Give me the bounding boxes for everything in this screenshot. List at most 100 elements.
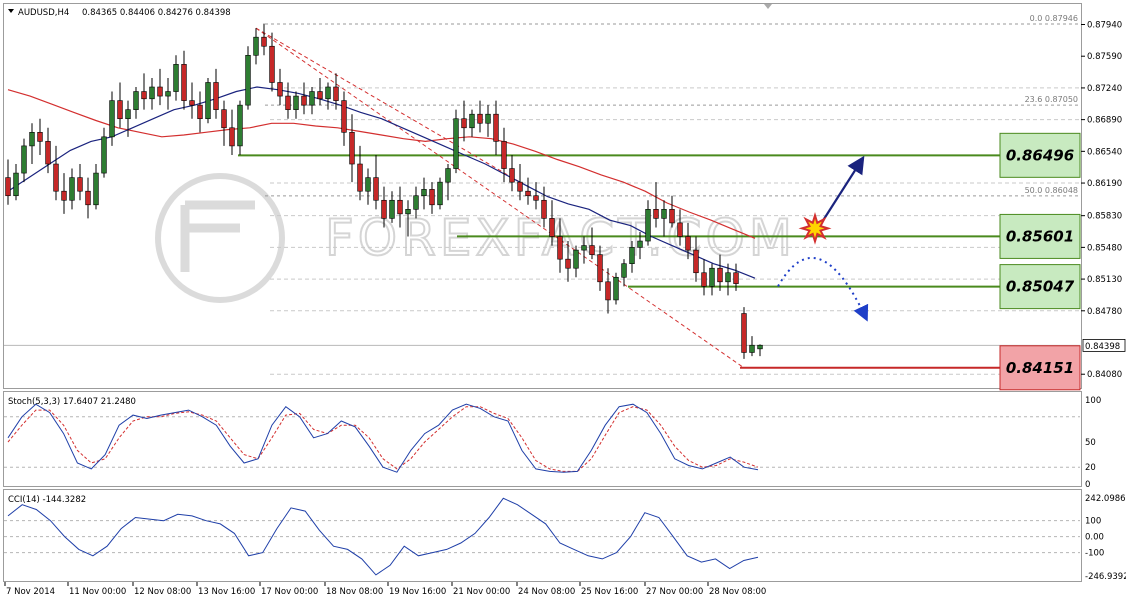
time-tick-label: 13 Nov 16:00 [198, 587, 255, 597]
candle-body [93, 172, 99, 206]
candle-body [533, 195, 539, 201]
candle-body [645, 209, 651, 242]
candle-body [581, 245, 587, 251]
cci-tick-label: 242.0986 [1085, 494, 1126, 504]
candle-body [13, 172, 19, 197]
key-level-value: 0.86496 [1006, 146, 1074, 164]
candle-body [237, 104, 243, 147]
candle-body [413, 195, 419, 210]
candle-body [109, 100, 115, 138]
candle-body [141, 91, 147, 100]
time-tick-label: 19 Nov 16:00 [389, 587, 446, 597]
candle-body [597, 254, 603, 283]
candle-body [277, 82, 283, 97]
candle-body [37, 132, 43, 142]
candle-body [309, 91, 315, 106]
candle-body [21, 145, 27, 174]
candle-body [685, 236, 691, 251]
time-tick-label: 11 Nov 00:00 [69, 587, 126, 597]
time-tick-label: 28 Nov 08:00 [709, 587, 766, 597]
candle-body [445, 168, 451, 183]
candle-body [85, 190, 91, 206]
candle-body [741, 313, 747, 353]
stoch-tick-label: 0 [1085, 480, 1090, 490]
candle-body [317, 91, 323, 100]
candle-body [53, 163, 59, 192]
candle-body [293, 95, 299, 110]
chart-svg[interactable]: AUDUSD,H4 0.84365 0.84406 0.84276 0.8439… [0, 0, 1126, 601]
stoch-tick-label: 50 [1085, 438, 1096, 448]
price-tick-label: 0.85480 [1087, 243, 1122, 253]
candle-body [285, 95, 291, 110]
candle-body [133, 91, 139, 110]
candle-body [269, 45, 275, 83]
time-tick-label: 12 Nov 08:00 [134, 587, 191, 597]
price-tick-label: 0.84780 [1087, 307, 1122, 317]
candle-body [333, 86, 339, 101]
candle-body [325, 86, 331, 100]
candle-body [757, 344, 763, 350]
breakout-burst-icon [798, 212, 832, 245]
cci-tick-label: -246.9392 [1085, 572, 1126, 582]
candle-body [509, 168, 515, 183]
price-tick-label: 0.87590 [1087, 52, 1122, 62]
candle-body [29, 132, 35, 147]
candle-body [541, 199, 547, 219]
candle-body [717, 267, 723, 283]
candle-body [5, 177, 11, 197]
candle-body [525, 190, 531, 197]
candle-body [677, 222, 683, 237]
candle-body [189, 100, 195, 106]
candle-body [709, 267, 715, 287]
candle-body [341, 100, 347, 133]
chart-window: AUDUSD,H4 0.84365 0.84406 0.84276 0.8439… [0, 0, 1126, 601]
candle-body [197, 104, 203, 120]
candle-body [637, 240, 643, 248]
time-tick-label: 17 Nov 00:00 [261, 587, 318, 597]
candle-body [77, 177, 83, 192]
stoch-label: Stoch(5,3,3) 17.6407 21.2480 [8, 397, 136, 407]
fib-level-label: 50.0 0.86048 [1025, 186, 1078, 195]
candle-body [61, 190, 67, 201]
candle-body [565, 258, 571, 269]
candle-body [421, 189, 427, 197]
cci-tick-label: -100 [1085, 549, 1104, 559]
cci-tick-label: 100 [1085, 517, 1101, 527]
candle-body [389, 199, 395, 219]
candle-body [373, 177, 379, 201]
candle-body [469, 113, 475, 129]
candle-body [301, 95, 307, 106]
candle-body [693, 249, 699, 274]
time-tick-label: 25 Nov 16:00 [581, 587, 638, 597]
time-tick-label: 24 Nov 08:00 [518, 587, 575, 597]
price-tick-label: 0.85830 [1087, 212, 1122, 222]
candle-body [157, 86, 163, 97]
candle-body [381, 199, 387, 219]
candle-body [461, 118, 467, 129]
price-tick-label: 0.84080 [1087, 370, 1122, 380]
candle-body [149, 86, 155, 100]
candle-body [485, 113, 491, 124]
key-level-value: 0.85601 [1006, 227, 1074, 245]
candle-body [733, 272, 739, 284]
candle-body [165, 91, 171, 97]
candle-body [125, 109, 131, 120]
time-tick-label: 7 Nov 2014 [6, 587, 55, 597]
candle-body [477, 113, 483, 124]
candle-body [349, 132, 355, 165]
candle-body [437, 181, 443, 206]
candle-body [701, 272, 707, 287]
candle-body [613, 276, 619, 301]
candle-body [549, 218, 555, 237]
price-tick-label: 0.86540 [1087, 147, 1122, 157]
candle-body [749, 344, 755, 353]
candle-body [493, 113, 499, 142]
candle-body [653, 209, 659, 219]
price-tick-label: 0.87940 [1087, 20, 1122, 30]
candle-body [557, 236, 563, 260]
candle-body [661, 209, 667, 219]
candle-body [517, 181, 523, 192]
candle-body [621, 263, 627, 278]
price-tick-label: 0.86890 [1087, 116, 1122, 126]
key-level-value: 0.84151 [1006, 359, 1074, 377]
